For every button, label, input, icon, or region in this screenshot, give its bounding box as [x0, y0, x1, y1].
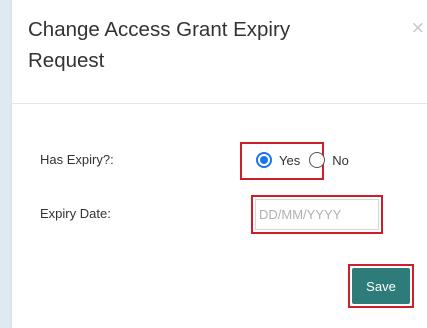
has-expiry-label: Has Expiry?: [40, 152, 114, 167]
no-radio[interactable] [309, 152, 326, 168]
modal-title: Change Access Grant Expiry Request [28, 18, 291, 72]
change-expiry-modal: Change Access Grant Expiry Request × Has… [12, 0, 427, 328]
no-radio-label[interactable]: No [332, 153, 349, 168]
save-button[interactable]: Save [352, 268, 410, 304]
yes-radio[interactable] [256, 152, 272, 168]
expiry-date-label: Expiry Date: [40, 206, 111, 221]
yes-radio-label[interactable]: Yes [279, 153, 300, 168]
modal-header: Change Access Grant Expiry Request × [12, 0, 427, 104]
expiry-date-input[interactable] [255, 199, 379, 230]
has-expiry-radio-group: Yes No [256, 150, 358, 170]
close-icon[interactable]: × [411, 20, 425, 37]
